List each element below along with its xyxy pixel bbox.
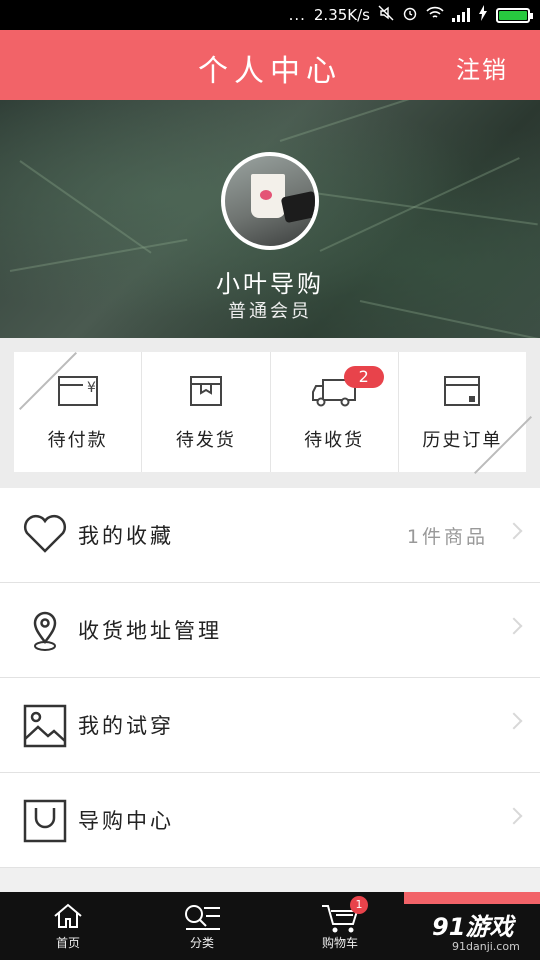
battery-icon [496,7,533,23]
profile-header: 小叶导购 普通会员 [0,100,540,338]
orders-card: ¥ 待付款 待发货 2 待收货 历史订单 [14,352,532,474]
menu-label: 我的收藏 [78,524,174,548]
menu-item-guide-center[interactable]: 导购中心 [0,773,540,868]
package-icon [189,376,222,406]
nav-cart[interactable]: 1 购物车 [280,892,400,960]
charging-icon [478,5,488,25]
status-bar: ... 2.35K/s [0,0,540,30]
menu-item-favorites[interactable]: 我的收藏 1件商品 [0,488,540,583]
wallet-icon: ¥ [57,376,98,406]
order-pending-receipt[interactable]: 2 待收货 [271,352,399,472]
order-label: 待收货 [304,430,365,451]
nav-category[interactable]: 分类 [142,892,262,960]
shopping-bag-icon [23,799,67,843]
menu-list: 我的收藏 1件商品 收货地址管理 我的试穿 导购中心 [0,488,540,868]
network-speed: 2.35K/s [313,6,370,24]
nav-label: 首页 [55,936,80,950]
order-label: 历史订单 [422,430,503,451]
chevron-right-icon [505,522,523,540]
wifi-icon [426,6,444,24]
location-pin-icon [33,611,57,651]
favorites-count: 1件商品 [406,526,488,548]
nav-label: 分类 [189,936,214,950]
order-pending-payment[interactable]: ¥ 待付款 [14,352,143,472]
category-search-icon [185,905,220,930]
nav-tab-partial[interactable] [404,892,540,904]
chevron-right-icon [505,807,523,825]
svg-text:¥: ¥ [87,380,96,396]
menu-label: 收货地址管理 [78,619,222,643]
cart-count-badge: 1 [350,896,368,914]
signal-icon [452,8,470,22]
watermark-url: 91danji.com [452,940,520,953]
avatar[interactable] [221,152,319,250]
chevron-right-icon [505,712,523,730]
nav-home[interactable]: 首页 [8,892,128,960]
order-pending-shipment[interactable]: 待发货 [142,352,271,472]
watermark-logo: 91游戏 [432,913,514,941]
orders-section: ¥ 待付款 待发货 2 待收货 历史订单 [0,338,540,488]
menu-label: 我的试穿 [78,714,174,738]
chevron-right-icon [505,617,523,635]
order-count-badge: 2 [343,366,384,388]
order-history[interactable]: 历史订单 [399,352,532,474]
logout-button[interactable]: 注销 [456,50,508,85]
mute-icon [378,5,394,25]
home-icon [54,903,82,928]
heart-icon [23,514,67,553]
menu-item-try-on[interactable]: 我的试穿 [0,678,540,773]
order-label: 待发货 [175,430,236,451]
nav-label: 购物车 [321,936,358,950]
order-label: 待付款 [47,430,108,451]
user-level: 普通会员 [228,301,312,322]
image-icon [23,704,67,748]
calendar-icon [444,376,481,406]
menu-label: 导购中心 [78,809,174,833]
menu-item-address[interactable]: 收货地址管理 [0,583,540,678]
notification-dots: ... [288,6,306,24]
user-name: 小叶导购 [216,270,324,298]
alarm-icon [402,5,418,25]
title-bar: 个人中心 注销 [0,30,540,100]
